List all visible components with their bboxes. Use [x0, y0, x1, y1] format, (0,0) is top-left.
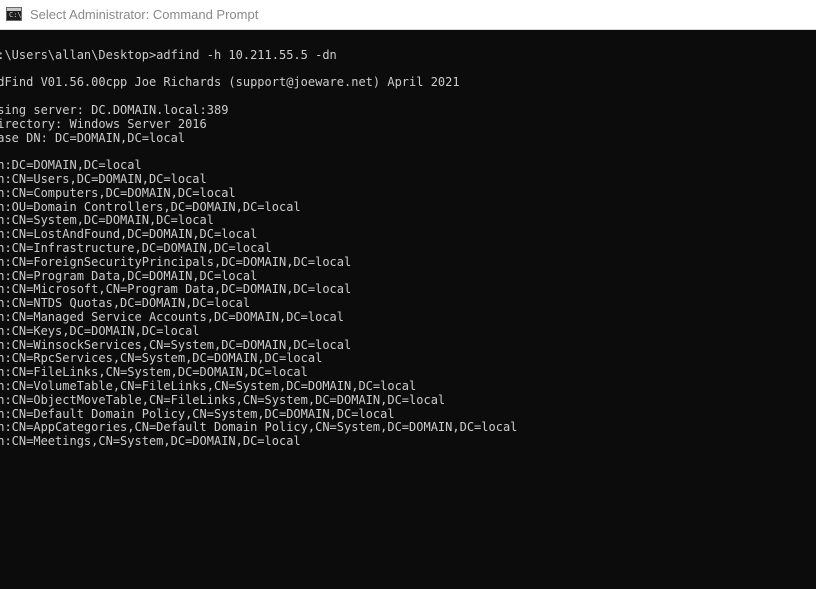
- console-line: Directory: Windows Server 2016: [0, 116, 207, 131]
- console-line: dn:CN=Meetings,CN=System,DC=DOMAIN,DC=lo…: [0, 434, 301, 449]
- console-line: dn:CN=AppCategories,CN=Default Domain Po…: [0, 420, 518, 435]
- console-line: dn:CN=Infrastructure,DC=DOMAIN,DC=local: [0, 240, 272, 255]
- title-bar[interactable]: C:\ Select Administrator: Command Prompt: [0, 0, 816, 30]
- console-line: Base DN: DC=DOMAIN,DC=local: [0, 130, 186, 145]
- console-line: dn:OU=Domain Controllers,DC=DOMAIN,DC=lo…: [0, 199, 301, 214]
- console-line: dn:CN=Keys,DC=DOMAIN,DC=local: [0, 323, 200, 338]
- console-line: AdFind V01.56.00cpp Joe Richards (suppor…: [0, 75, 460, 90]
- window-title: Select Administrator: Command Prompt: [30, 7, 259, 22]
- console-line: Using server: DC.DOMAIN.local:389: [0, 102, 229, 117]
- console-line: dn:CN=Program Data,DC=DOMAIN,DC=local: [0, 268, 258, 283]
- console-line: dn:CN=Managed Service Accounts,DC=DOMAIN…: [0, 309, 345, 324]
- console-line: dn:CN=Users,DC=DOMAIN,DC=local: [0, 171, 207, 186]
- console-line: dn:CN=FileLinks,CN=System,DC=DOMAIN,DC=l…: [0, 365, 308, 380]
- console-line: dn:CN=RpcServices,CN=System,DC=DOMAIN,DC…: [0, 351, 323, 366]
- console-line: dn:CN=Computers,DC=DOMAIN,DC=local: [0, 185, 236, 200]
- console-line: dn:CN=Microsoft,CN=Program Data,DC=DOMAI…: [0, 282, 352, 297]
- console-line: dn:DC=DOMAIN,DC=local: [0, 158, 142, 173]
- console-line: dn:CN=ObjectMoveTable,CN=FileLinks,CN=Sy…: [0, 392, 446, 407]
- console-line: dn:CN=NTDS Quotas,DC=DOMAIN,DC=local: [0, 296, 251, 311]
- console-line: dn:CN=VolumeTable,CN=FileLinks,CN=System…: [0, 378, 417, 393]
- command-prompt-window: C:\ Select Administrator: Command Prompt…: [0, 0, 816, 589]
- command-prompt-icon: C:\: [6, 7, 22, 21]
- console-output[interactable]: C:\Users\allan\Desktop>adfind -h 10.211.…: [0, 30, 806, 589]
- console-line: dn:CN=ForeignSecurityPrincipals,DC=DOMAI…: [0, 254, 352, 269]
- console-line: dn:CN=Default Domain Policy,CN=System,DC…: [0, 406, 395, 421]
- console-line: dn:CN=WinsockServices,CN=System,DC=DOMAI…: [0, 337, 352, 352]
- console-line: C:\Users\allan\Desktop>adfind -h 10.211.…: [0, 47, 337, 62]
- icon-glyph: C:\: [9, 11, 22, 19]
- console-line: dn:CN=System,DC=DOMAIN,DC=local: [0, 213, 214, 228]
- console-line: dn:CN=LostAndFound,DC=DOMAIN,DC=local: [0, 227, 258, 242]
